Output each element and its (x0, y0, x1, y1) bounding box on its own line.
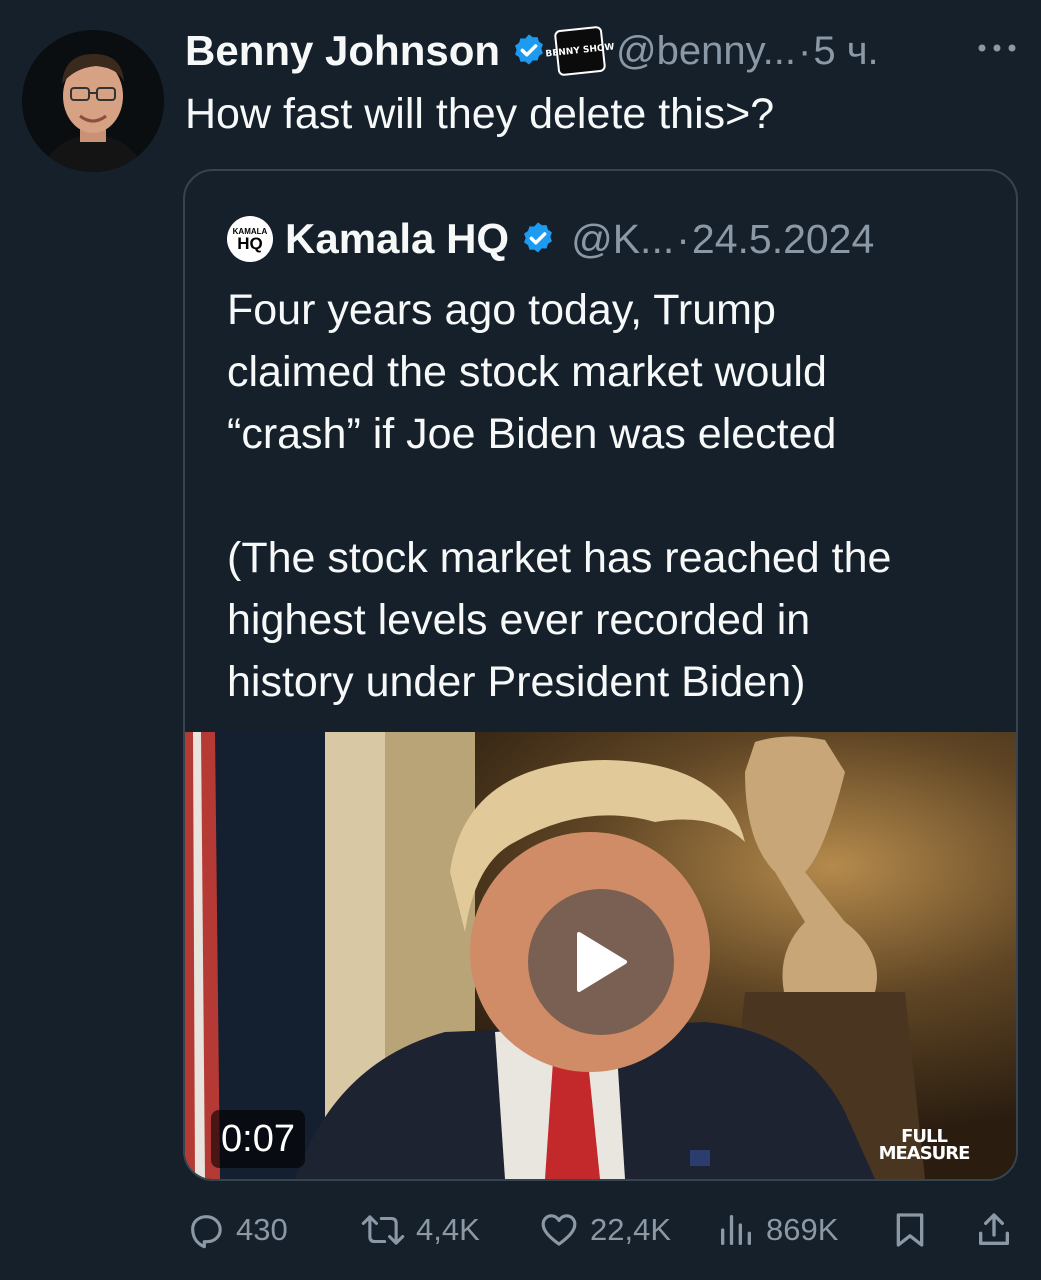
heart-icon (541, 1214, 577, 1246)
more-icon[interactable] (972, 28, 1022, 68)
share-icon (979, 1213, 1009, 1245)
quoted-verified-badge-icon[interactable] (519, 220, 557, 258)
quoted-avatar-text-big: HQ (237, 233, 263, 253)
reply-count: 430 (236, 1212, 288, 1247)
video-duration: 0:07 (211, 1110, 305, 1168)
quoted-avatar[interactable]: KAMALA HQ (227, 216, 273, 262)
quoted-text-line: history under President Biden) (227, 658, 806, 706)
author-handle[interactable]: @benny... (616, 29, 796, 74)
play-button[interactable] (528, 889, 674, 1035)
share-button[interactable] (974, 1205, 1024, 1255)
quoted-author-name[interactable]: Kamala HQ (285, 215, 509, 263)
tweet-header: Benny Johnson BENNY SHOW @benny... · 5 ч… (185, 22, 879, 80)
repost-icon (361, 1215, 405, 1245)
affiliate-badge-text: BENNY SHOW (545, 42, 616, 60)
author-avatar-image (22, 30, 164, 172)
bookmark-icon (896, 1213, 924, 1247)
meta-separator: · (798, 28, 812, 73)
quoted-tweet[interactable]: KAMALA HQ Kamala HQ @K... · 24.5.2024 Fo… (183, 169, 1018, 1181)
quoted-separator: · (676, 215, 690, 262)
video-player[interactable]: 0:07 FULL MEASURE (185, 732, 1016, 1179)
verified-badge-icon[interactable] (510, 32, 548, 70)
affiliate-badge[interactable]: BENNY SHOW (545, 25, 615, 77)
action-bar: 430 4,4K 22,4K 869K (0, 1205, 1041, 1255)
views-count: 869K (766, 1212, 839, 1247)
tweet-time[interactable]: 5 ч. (813, 29, 878, 74)
quoted-date[interactable]: 24.5.2024 (692, 216, 874, 263)
play-icon (577, 932, 627, 992)
repost-button[interactable]: 4,4K (360, 1205, 480, 1255)
bookmark-button[interactable] (890, 1205, 940, 1255)
reply-icon (191, 1215, 222, 1249)
author-avatar[interactable] (22, 30, 164, 172)
quoted-text-line: (The stock market has reached the (227, 534, 892, 582)
quoted-text: Four years ago today, Trump claimed the … (227, 279, 891, 713)
views-button[interactable]: 869K (716, 1205, 838, 1255)
quoted-header: KAMALA HQ Kamala HQ @K... · 24.5.2024 (227, 209, 874, 269)
quoted-handle[interactable]: @K... (571, 216, 674, 263)
video-watermark: FULL MEASURE (869, 1128, 979, 1164)
reply-button[interactable]: 430 (186, 1205, 288, 1255)
watermark-line: MEASURE (878, 1143, 971, 1164)
repost-count: 4,4K (416, 1212, 480, 1247)
like-count: 22,4K (590, 1212, 672, 1247)
quoted-text-line: claimed the stock market would (227, 348, 827, 396)
views-icon (721, 1215, 751, 1245)
quoted-text-line: Four years ago today, Trump (227, 286, 776, 334)
author-name[interactable]: Benny Johnson (185, 27, 500, 75)
like-button[interactable]: 22,4K (538, 1205, 671, 1255)
tweet-text: How fast will they delete this>? (185, 90, 775, 138)
quoted-text-line: “crash” if Joe Biden was elected (227, 410, 837, 458)
quoted-text-line: highest levels ever recorded in (227, 596, 811, 644)
